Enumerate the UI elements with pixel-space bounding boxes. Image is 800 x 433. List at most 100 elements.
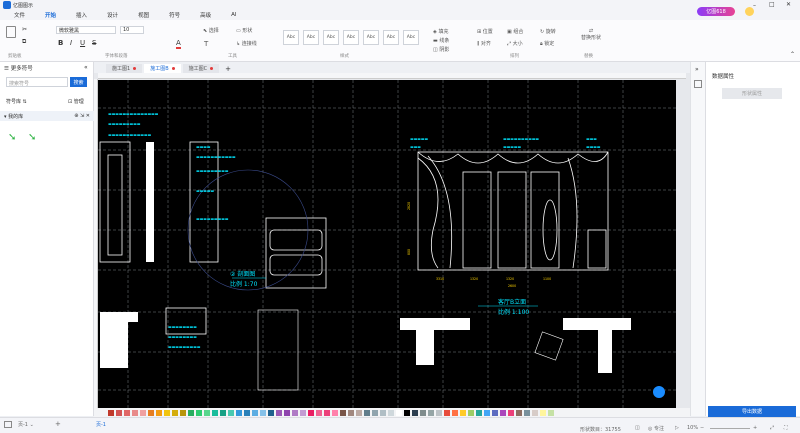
play-icon[interactable]: ▷ <box>675 425 679 431</box>
color-swatch[interactable] <box>348 409 354 416</box>
color-swatch[interactable] <box>228 409 234 416</box>
style-preset-5[interactable]: Abc <box>383 30 399 45</box>
symbol-search-input[interactable]: 搜索符号 <box>6 77 68 87</box>
my-library-row[interactable]: ▾ 我的库 ⊕ ⇲ ✕ <box>0 111 94 121</box>
fit-page-icon[interactable]: ⤢ <box>770 425 774 431</box>
zoom-level[interactable]: 10% <box>687 425 698 431</box>
color-swatch[interactable] <box>156 409 162 416</box>
zoom-in-button[interactable]: + <box>753 425 757 431</box>
color-swatch[interactable] <box>364 409 370 416</box>
menu-item-6[interactable]: 高级 <box>198 10 213 20</box>
menu-item-1[interactable]: 开始 <box>43 10 59 21</box>
color-swatch[interactable] <box>420 409 426 416</box>
layers-icon[interactable]: ◫ <box>635 425 640 431</box>
paste-icon[interactable] <box>6 26 16 38</box>
color-swatch[interactable] <box>500 409 506 416</box>
color-swatch[interactable] <box>316 409 322 416</box>
more-symbols-header[interactable]: ☰ 更多符号 <box>4 64 33 72</box>
page-select[interactable]: 页-1 ⌄ <box>18 421 34 428</box>
color-swatch[interactable] <box>148 409 154 416</box>
color-swatch[interactable] <box>548 409 554 416</box>
color-swatch[interactable] <box>332 409 338 416</box>
position-button[interactable]: ⊞ 位置 <box>477 28 493 35</box>
color-swatch[interactable] <box>380 409 386 416</box>
color-swatch[interactable] <box>308 409 314 416</box>
copy-icon[interactable]: ⧉ <box>22 38 26 46</box>
lock-button[interactable]: 🔒︎ 锁定 <box>540 40 554 47</box>
minimize-button[interactable]: – <box>753 2 756 9</box>
size-button[interactable]: ⤢ 大小 <box>507 40 523 47</box>
color-swatch[interactable] <box>220 409 226 416</box>
style-preset-1[interactable]: Abc <box>303 30 319 45</box>
color-swatch[interactable] <box>180 409 186 416</box>
color-swatch[interactable] <box>396 409 402 416</box>
document-tab[interactable]: 施工图C <box>182 64 220 73</box>
color-swatch[interactable] <box>108 409 114 416</box>
italic-button[interactable]: I <box>70 39 72 47</box>
collapse-panel-icon[interactable]: « <box>84 64 88 71</box>
export-data-button[interactable]: 导出数据 <box>708 406 796 417</box>
focus-mode-button[interactable]: ◎ 专注 <box>648 425 664 432</box>
menu-item-5[interactable]: 符号 <box>167 10 182 20</box>
properties-icon[interactable] <box>694 80 702 88</box>
style-preset-3[interactable]: Abc <box>343 30 359 45</box>
line-button[interactable]: ▬ 线条 <box>433 37 449 44</box>
color-swatch[interactable] <box>428 409 434 416</box>
color-swatch[interactable] <box>260 409 266 416</box>
menu-item-3[interactable]: 设计 <box>105 10 120 20</box>
zoom-slider[interactable] <box>710 428 750 429</box>
color-swatch[interactable] <box>476 409 482 416</box>
rotate-button[interactable]: ↻ 旋转 <box>540 28 556 35</box>
color-swatch[interactable] <box>268 409 274 416</box>
fullscreen-icon[interactable]: ⛶ <box>784 425 788 431</box>
color-swatch[interactable] <box>444 409 450 416</box>
color-swatch[interactable] <box>116 409 122 416</box>
color-swatch[interactable] <box>356 409 362 416</box>
symbol-arrow-2-icon[interactable]: ➘ <box>28 132 36 143</box>
color-swatch[interactable] <box>284 409 290 416</box>
close-button[interactable]: ✕ <box>786 1 791 8</box>
color-swatch[interactable] <box>196 409 202 416</box>
color-swatch[interactable] <box>204 409 210 416</box>
color-swatch[interactable] <box>540 409 546 416</box>
color-swatch[interactable] <box>508 409 514 416</box>
search-button[interactable]: 搜索 <box>70 77 87 87</box>
color-swatch[interactable] <box>132 409 138 416</box>
menu-item-7[interactable]: AI <box>229 11 238 19</box>
menu-item-4[interactable]: 视图 <box>136 10 151 20</box>
fill-button[interactable]: ◈ 填充 <box>433 28 448 35</box>
document-tab[interactable]: 施工图B <box>144 64 181 73</box>
style-preset-0[interactable]: Abc <box>283 30 299 45</box>
promo-badge[interactable]: 亿图618 <box>697 7 735 16</box>
color-swatch[interactable] <box>468 409 474 416</box>
font-color-button[interactable]: A <box>176 39 181 49</box>
color-swatch[interactable] <box>340 409 346 416</box>
select-tool[interactable]: ⬉ 选择 <box>203 27 219 34</box>
menu-item-2[interactable]: 插入 <box>74 10 89 20</box>
bold-button[interactable]: B <box>58 39 63 47</box>
connector-tool[interactable]: ↳ 连接线 <box>236 40 257 47</box>
color-swatch[interactable] <box>492 409 498 416</box>
color-swatch[interactable] <box>124 409 130 416</box>
strikethrough-button[interactable]: S <box>92 39 96 47</box>
shape-tool[interactable]: ▭ 形状 <box>236 27 252 34</box>
color-swatch[interactable] <box>252 409 258 416</box>
document-tab[interactable]: 施工图1 <box>106 64 143 73</box>
color-swatch[interactable] <box>460 409 466 416</box>
new-tab-button[interactable]: + <box>221 65 235 73</box>
page-tab[interactable]: 页-1 <box>96 421 106 428</box>
symbol-arrow-1-icon[interactable]: ➘ <box>8 132 16 143</box>
underline-button[interactable]: U <box>80 39 85 47</box>
color-swatch[interactable] <box>436 409 442 416</box>
page-layout-icon[interactable] <box>4 421 12 428</box>
color-swatch[interactable] <box>516 409 522 416</box>
color-swatch[interactable] <box>164 409 170 416</box>
text-tool[interactable]: T <box>204 40 208 48</box>
color-swatch[interactable] <box>244 409 250 416</box>
collapse-ribbon-icon[interactable]: ⌃ <box>790 51 795 58</box>
style-preset-2[interactable]: Abc <box>323 30 339 45</box>
font-size-select[interactable]: 10 <box>120 26 144 34</box>
style-preset-4[interactable]: Abc <box>363 30 379 45</box>
color-swatch[interactable] <box>524 409 530 416</box>
align-button[interactable]: ⫼ 对齐 <box>477 40 491 47</box>
